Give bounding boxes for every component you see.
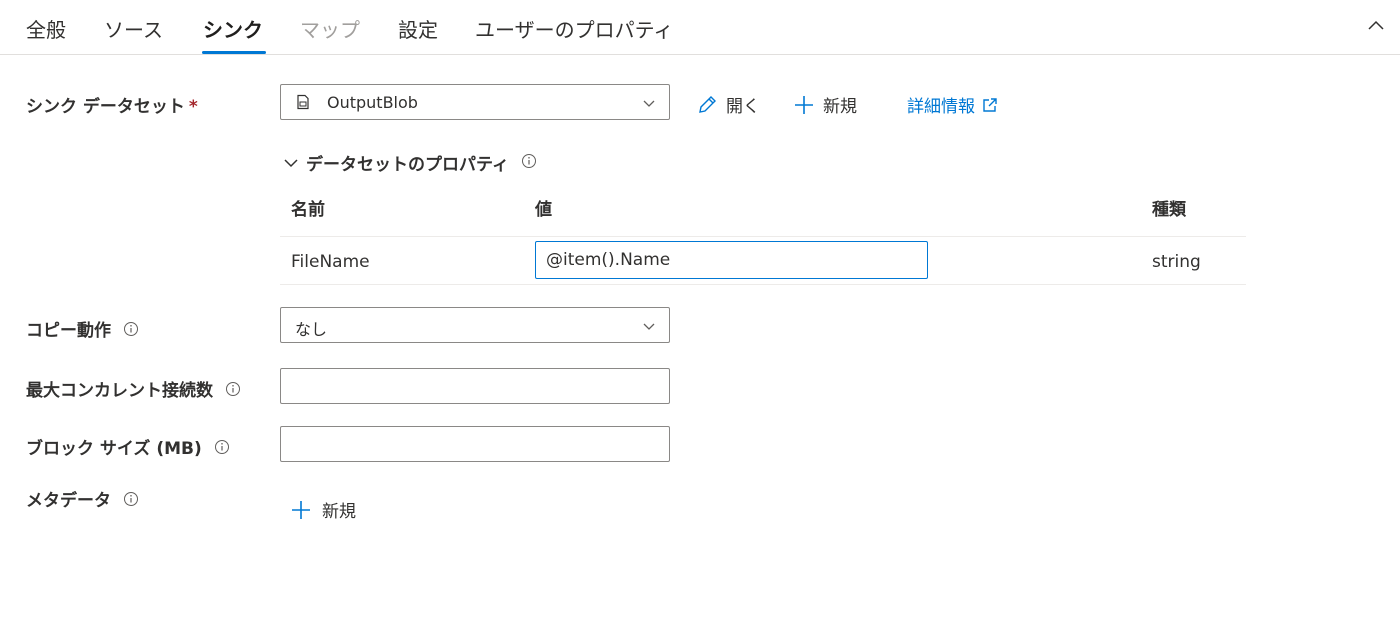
dataset-file-icon [297,94,309,110]
column-header-name: 名前 [291,200,325,220]
info-icon[interactable] [225,381,241,397]
max-concurrent-connections-label: 最大コンカレント接続数 [26,376,241,401]
property-type-cell: string [1152,252,1201,272]
active-tab-indicator [202,51,266,54]
column-header-type: 種類 [1152,200,1186,220]
property-value-input[interactable]: @item().Name [535,241,928,279]
column-header-value: 値 [535,200,552,220]
info-icon[interactable] [521,153,537,169]
copy-behavior-value: なし [295,320,328,339]
new-dataset-label: 新規 [823,97,857,117]
open-dataset-button[interactable]: 開く [696,92,760,117]
add-metadata-button[interactable]: 新規 [290,497,356,522]
new-dataset-button[interactable]: 新規 [793,92,857,117]
block-size-input[interactable] [280,426,670,462]
tab-source[interactable]: ソース [104,14,163,43]
required-marker: * [188,97,198,117]
chevron-down-icon [643,100,655,107]
chevron-down-icon [643,323,655,330]
info-icon[interactable] [214,439,230,455]
metadata-label: メタデータ [26,486,139,511]
learn-more-link[interactable]: 詳細情報 [907,92,999,117]
chevron-up-icon[interactable] [1364,14,1388,38]
copy-behavior-label: コピー動作 [26,316,139,341]
sink-dataset-dropdown[interactable]: OutputBlob [280,84,670,120]
chevron-down-icon [284,158,298,167]
property-value-text: @item().Name [546,250,671,270]
tab-mapping: マップ [300,18,360,42]
dataset-properties-title: データセットのプロパティ [306,155,509,175]
add-metadata-label: 新規 [322,502,356,522]
tab-sink[interactable]: シンク [203,14,263,43]
tab-user-properties[interactable]: ユーザーのプロパティ [475,14,673,43]
table-row-divider [280,284,1246,285]
plus-icon [292,500,310,519]
open-label: 開く [726,97,760,117]
tab-settings[interactable]: 設定 [398,14,438,43]
dataset-properties-toggle[interactable]: データセットのプロパティ [282,150,537,175]
sink-dataset-label: シンク データセット * [26,97,198,117]
plus-icon [795,95,813,114]
external-link-icon [983,97,997,112]
sink-dataset-value: OutputBlob [327,93,418,112]
tab-bar: 全般 ソース シンク マップ 設定 ユーザーのプロパティ [0,0,1400,55]
learn-more-label: 詳細情報 [907,97,975,117]
max-concurrent-connections-input[interactable] [280,368,670,404]
copy-behavior-dropdown[interactable]: なし [280,307,670,343]
tab-general[interactable]: 全般 [26,14,66,43]
pencil-icon [699,95,716,113]
property-name-cell: FileName [291,252,370,272]
info-icon[interactable] [123,491,139,507]
info-icon[interactable] [123,321,139,337]
block-size-label: ブロック サイズ (MB) [26,434,230,459]
table-header-divider [280,236,1246,237]
